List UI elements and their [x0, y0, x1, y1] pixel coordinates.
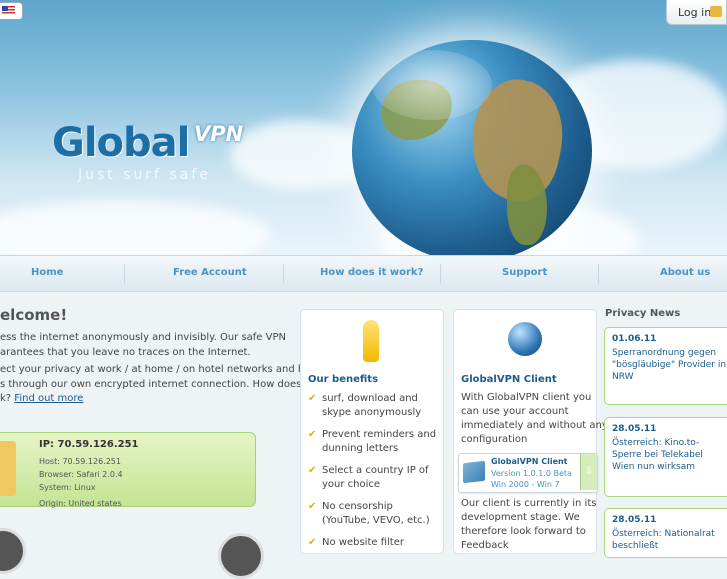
news-item[interactable]: 28.05.11 Österreich: Nationalrat beschli…	[604, 508, 727, 558]
client-note-line: Feedback	[461, 540, 509, 551]
check-icon: ✔	[308, 429, 317, 440]
check-icon: ✔	[308, 465, 317, 476]
news-line: beschließt	[612, 541, 659, 551]
payment-badge-icon	[218, 533, 264, 579]
nav-how-it-works[interactable]: How does it work?	[320, 267, 423, 278]
globe-illustration	[352, 40, 592, 255]
download-title: GlobalVPN Client	[491, 457, 568, 466]
logo-global-text: Global	[52, 120, 190, 166]
benefit-item: No censorship	[322, 501, 393, 512]
exclamation-icon	[363, 320, 379, 362]
benefit-item: skype anonymously	[322, 407, 422, 418]
ip-address: IP: 70.59.126.251	[39, 439, 139, 450]
ip-system: System: Linux	[39, 483, 96, 492]
language-flag-icon[interactable]	[0, 2, 23, 20]
privacy-news-title: Privacy News	[605, 308, 681, 319]
payment-badge-icon	[0, 528, 26, 574]
client-desc-line: configuration	[461, 434, 528, 445]
nav-home[interactable]: Home	[31, 267, 63, 278]
ip-info-box: IP: 70.59.126.251 Host: 70.59.126.251 Br…	[0, 432, 256, 508]
tagline: Just surf safe	[78, 167, 211, 183]
benefit-item: your choice	[322, 479, 381, 490]
check-icon: ✔	[308, 393, 317, 404]
client-desc-line: With GlobalVPN client you	[461, 392, 592, 403]
download-arrow-icon: ⇩	[580, 454, 597, 490]
benefit-item: (YouTube, VEVO, etc.)	[322, 515, 430, 526]
logo-vpn-text: VPN	[194, 122, 244, 146]
client-desc-line: can use your account	[461, 406, 569, 417]
globe-icon	[508, 322, 542, 356]
nav-about-us[interactable]: About us	[660, 267, 710, 278]
welcome-title: elcome!	[0, 306, 68, 324]
download-version: Version 1.0.1.0 Beta	[491, 469, 572, 478]
ip-host: Host: 70.59.126.251	[39, 457, 121, 466]
ip-origin: Origin: United states	[39, 499, 122, 508]
nav-support[interactable]: Support	[502, 267, 547, 278]
welcome-text-fragment: k?	[0, 393, 12, 404]
news-date: 28.05.11	[612, 515, 657, 525]
welcome-text-line: ess the internet anonymously and invisib…	[0, 332, 286, 343]
welcome-text-line: s through our own encrypted internet con…	[0, 379, 323, 390]
download-platform: Win 2000 - Win 7	[491, 480, 560, 489]
folder-icon	[0, 441, 16, 496]
find-out-more-link[interactable]: Find out more	[14, 393, 83, 404]
news-date: 28.05.11	[612, 424, 657, 434]
news-line: Wien nun wirksam	[612, 462, 696, 472]
news-line: Österreich: Nationalrat	[612, 529, 715, 539]
hero-banner: Global VPN Just surf safe	[0, 0, 727, 255]
welcome-text-line: k? Find out more	[0, 391, 83, 406]
client-download-button[interactable]: GlobalVPN Client Version 1.0.1.0 Beta Wi…	[458, 453, 598, 493]
benefit-item: Prevent reminders and	[322, 429, 437, 440]
news-line: Sperranordnung gegen	[612, 348, 717, 358]
client-note-line: Our client is currently in its	[461, 498, 597, 509]
check-icon: ✔	[308, 537, 317, 548]
welcome-text-line: ect your privacy at work / at home / on …	[0, 364, 315, 375]
benefit-item: Select a country IP of	[322, 465, 429, 476]
news-item[interactable]: 01.06.11 Sperranordnung gegen "bösgläubi…	[604, 327, 727, 405]
news-line: "bösgläubige" Provider in	[612, 360, 727, 370]
lock-icon	[710, 6, 722, 17]
windows-icon	[463, 460, 485, 484]
client-desc-line: immediately and without any	[461, 420, 608, 431]
login-button[interactable]: Log in	[666, 0, 727, 25]
benefit-item: No website filter	[322, 537, 404, 548]
benefits-panel: Our benefits ✔ surf, download and skype …	[300, 309, 444, 554]
benefit-item: dunning letters	[322, 443, 399, 454]
client-title: GlobalVPN Client	[461, 374, 557, 385]
client-note-line: therefore look forward to	[461, 526, 586, 537]
site-logo[interactable]: Global VPN Just surf safe	[52, 120, 243, 183]
welcome-text-line: arantees that you leave no traces on the…	[0, 347, 251, 358]
nav-free-account[interactable]: Free Account	[173, 267, 247, 278]
ip-browser: Browser: Safari 2.0.4	[39, 470, 123, 479]
news-line: Sperre bei Telekabel	[612, 450, 703, 460]
client-note-line: development stage. We	[461, 512, 580, 523]
news-line: NRW	[612, 372, 634, 382]
main-nav: Home Free Account How does it work? Supp…	[0, 255, 727, 292]
news-date: 01.06.11	[612, 334, 657, 344]
news-item[interactable]: 28.05.11 Österreich: Kino.to- Sperre bei…	[604, 417, 727, 497]
news-line: Österreich: Kino.to-	[612, 438, 700, 448]
benefits-title: Our benefits	[308, 374, 379, 385]
benefit-item: surf, download and	[322, 393, 418, 404]
client-panel: GlobalVPN Client With GlobalVPN client y…	[453, 309, 608, 554]
login-label: Log in	[678, 6, 712, 19]
check-icon: ✔	[308, 501, 317, 512]
